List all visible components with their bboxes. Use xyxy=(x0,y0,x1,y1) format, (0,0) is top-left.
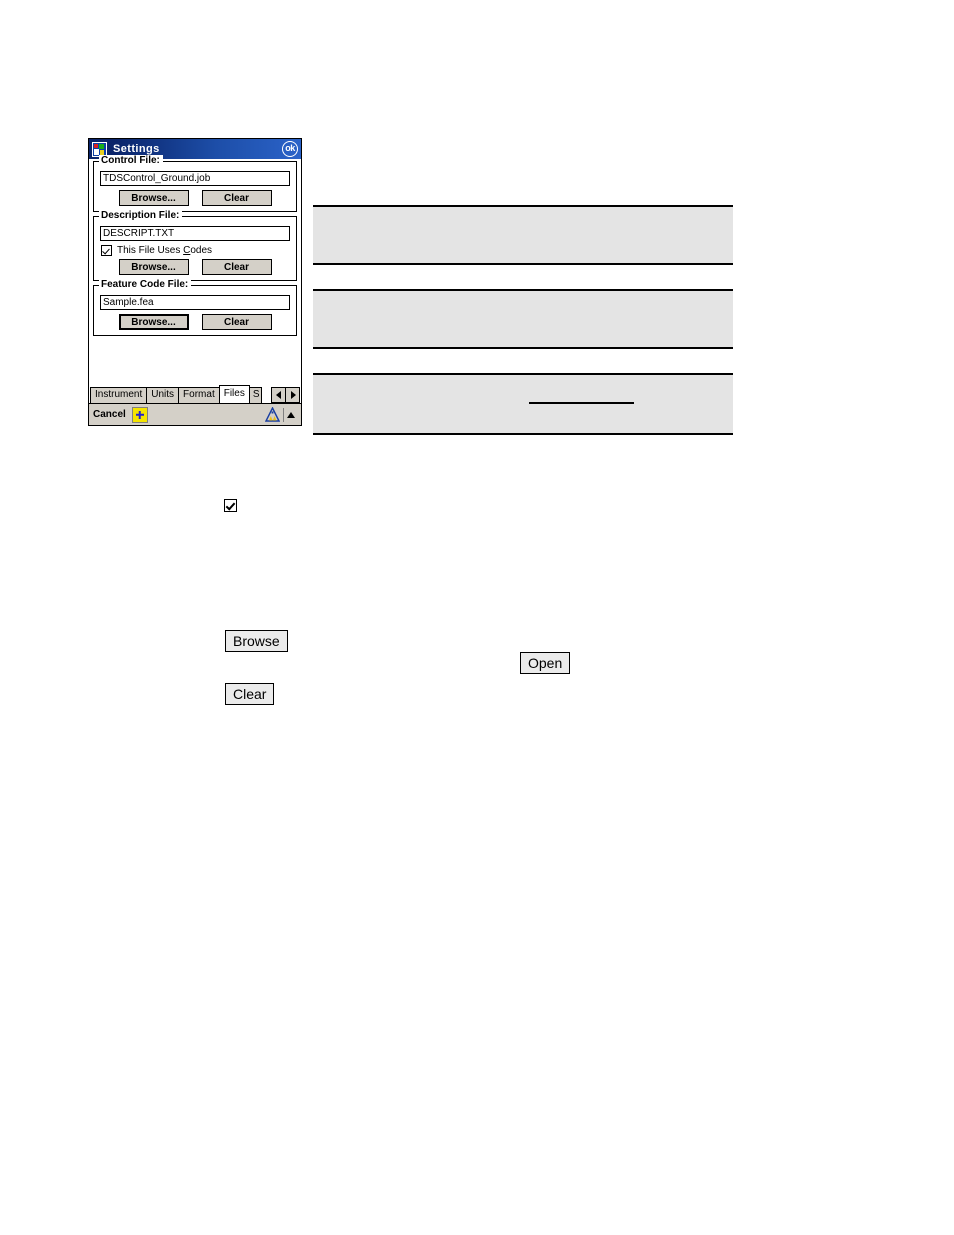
open-button-glyph[interactable]: Open xyxy=(520,652,571,674)
inline-rule xyxy=(529,402,634,404)
scroll-right-icon[interactable] xyxy=(285,387,300,403)
description-file-label: Description File: xyxy=(99,210,183,221)
description-file-clear-button[interactable]: Clear xyxy=(201,259,272,275)
survey-tool-icon[interactable] xyxy=(264,406,281,422)
feature-code-file-clear-button[interactable]: Clear xyxy=(201,314,272,330)
description-file-input[interactable] xyxy=(100,226,290,241)
text-block xyxy=(313,205,733,265)
control-file-label: Control File: xyxy=(99,155,163,166)
uses-codes-label-pre: This File Uses xyxy=(117,245,184,256)
tab-survey[interactable]: S xyxy=(248,387,262,403)
tray-divider xyxy=(283,407,284,422)
feature-code-file-label: Feature Code File: xyxy=(99,279,192,290)
control-file-browse-button[interactable]: Browse... xyxy=(118,190,189,206)
system-tray xyxy=(264,406,299,422)
ok-button[interactable]: ok xyxy=(282,141,298,157)
dialog-taskbar: Cancel xyxy=(89,403,301,425)
document-text-blocks xyxy=(313,205,733,435)
feature-code-file-buttons: Browse... Clear xyxy=(100,314,290,330)
uses-codes-checkbox-row[interactable]: This File Uses Codes xyxy=(101,245,290,256)
checked-checkbox-glyph xyxy=(224,499,237,512)
text-block xyxy=(313,373,733,435)
uses-codes-checkbox[interactable] xyxy=(101,245,112,256)
browse-button-glyph[interactable]: Browse xyxy=(225,630,288,652)
tab-files[interactable]: Files xyxy=(218,385,250,403)
input-panel-icon[interactable] xyxy=(131,406,148,423)
text-block xyxy=(313,289,733,349)
uses-codes-label-post: odes xyxy=(190,245,213,256)
clear-button-glyph[interactable]: Clear xyxy=(225,683,275,705)
settings-tabstrip: Instrument Units Format Files S xyxy=(89,385,301,403)
tab-format[interactable]: Format xyxy=(178,387,220,403)
uses-codes-label: This File Uses Codes xyxy=(117,245,212,256)
tab-units[interactable]: Units xyxy=(146,387,180,403)
dialog-client-area: Control File: Browse... Clear Descriptio… xyxy=(89,155,301,381)
feature-code-file-browse-button[interactable]: Browse... xyxy=(118,314,189,330)
description-file-browse-button[interactable]: Browse... xyxy=(118,259,189,275)
tray-expand-icon[interactable] xyxy=(287,411,295,418)
tab-scroll-arrows xyxy=(271,387,300,403)
description-file-buttons: Browse... Clear xyxy=(100,259,290,275)
feature-code-file-group: Feature Code File: Browse... Clear xyxy=(93,279,297,336)
tab-instrument[interactable]: Instrument xyxy=(90,387,148,403)
control-file-group: Control File: Browse... Clear xyxy=(93,155,297,212)
block-gap xyxy=(313,265,733,289)
scroll-left-icon[interactable] xyxy=(271,387,286,403)
control-file-buttons: Browse... Clear xyxy=(100,190,290,206)
control-file-input[interactable] xyxy=(100,171,290,186)
block-gap xyxy=(313,349,733,373)
control-file-clear-button[interactable]: Clear xyxy=(201,190,272,206)
description-file-group: Description File: This File Uses Codes B… xyxy=(93,210,297,281)
feature-code-file-input[interactable] xyxy=(100,295,290,310)
settings-dialog: Settings ok Control File: Browse... Clea… xyxy=(88,138,302,426)
cancel-button[interactable]: Cancel xyxy=(93,409,126,421)
